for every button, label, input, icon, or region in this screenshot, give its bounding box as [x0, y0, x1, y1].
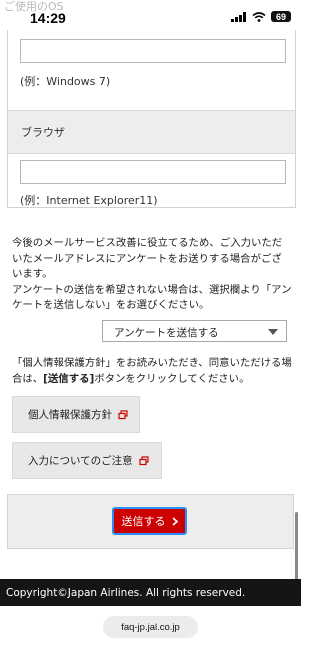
copyright-bar: Copyright©Japan Airlines. All rights res… [0, 579, 301, 606]
survey-select-value: アンケートを送信する [114, 327, 219, 339]
status-bar: ご使用のOS 14:29 69 [0, 0, 301, 30]
device-info-form: (例：Windows 7) ブラウザ (例：Internet Explorer1… [7, 30, 296, 208]
survey-select[interactable]: アンケートを送信する [102, 320, 287, 342]
privacy-policy-label: 個人情報保護方針 [28, 409, 112, 421]
os-hint: (例：Windows 7) [20, 75, 111, 88]
external-link-icon [139, 455, 149, 465]
survey-notice: 今後のメールサービス改善に役立てるため、ご入力いただいたメールアドレスにアンケー… [12, 237, 292, 312]
browser-section-header: ブラウザ [8, 110, 295, 154]
battery-icon: 69 [271, 11, 291, 22]
browser-label: ブラウザ [21, 126, 65, 139]
chevron-right-icon [171, 516, 178, 526]
input-notes-button[interactable]: 入力についてのご注意 [12, 442, 162, 479]
browser-input[interactable] [20, 160, 286, 184]
signal-icon [231, 11, 246, 22]
status-time: 14:29 [30, 10, 66, 26]
battery-level: 69 [275, 11, 286, 22]
privacy-text-after: ボタンをクリックしてください。 [94, 372, 250, 385]
copyright-text: Copyright©Japan Airlines. All rights res… [6, 586, 246, 599]
external-link-icon [118, 409, 128, 419]
privacy-instructions: 「個人情報保護方針」をお読みいただき、同意いただける場合は、[送信する]ボタンを… [12, 356, 292, 387]
browser-hint: (例：Internet Explorer11) [20, 194, 158, 207]
address-bar[interactable]: faq-jp.jal.co.jp [103, 616, 198, 638]
url-text: faq-jp.jal.co.jp [121, 621, 180, 633]
scroll-indicator [295, 512, 298, 582]
dropdown-arrow-icon [268, 329, 278, 335]
status-icons: 69 [231, 11, 291, 22]
input-notes-label: 入力についてのご注意 [28, 455, 133, 467]
os-input[interactable] [20, 39, 286, 63]
submit-label: 送信する [121, 515, 166, 528]
privacy-policy-button[interactable]: 個人情報保護方針 [12, 396, 140, 433]
wifi-icon [252, 11, 266, 22]
privacy-text-bold: [送信する] [43, 372, 95, 385]
submit-button[interactable]: 送信する [112, 507, 187, 535]
